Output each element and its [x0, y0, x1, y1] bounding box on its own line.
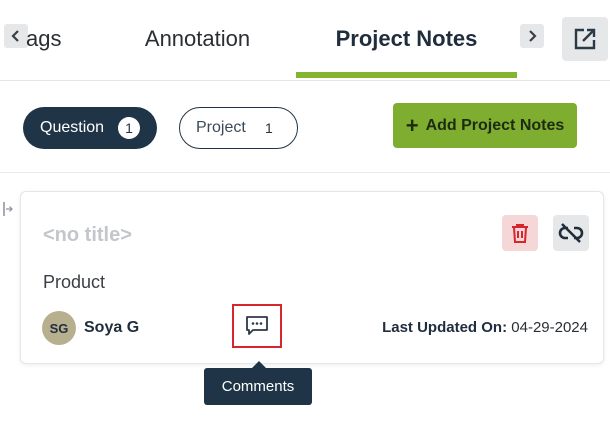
- avatar: SG: [42, 311, 76, 345]
- question-count-badge: 1: [118, 117, 140, 139]
- last-updated: Last Updated On: 04-29-2024: [382, 319, 588, 336]
- last-updated-label: Last Updated On:: [382, 319, 508, 336]
- project-note-card: <no title> Product SG Soya G Last Update…: [20, 191, 604, 364]
- note-title: <no title>: [43, 224, 132, 246]
- external-link-icon: [574, 28, 596, 50]
- project-filter-label: Project: [196, 119, 246, 136]
- tab-tags-label: ags: [26, 26, 62, 51]
- tab-annotation[interactable]: Annotation: [120, 0, 275, 78]
- comments-button[interactable]: [232, 304, 282, 348]
- tab-project-notes[interactable]: Project Notes: [296, 0, 517, 78]
- add-project-notes-button[interactable]: + Add Project Notes: [393, 103, 577, 148]
- note-body: Product: [43, 272, 106, 292]
- delete-note-button[interactable]: [502, 215, 538, 251]
- author-name: Soya G: [84, 319, 140, 336]
- trash-icon: [512, 224, 528, 243]
- question-filter-pill[interactable]: Question 1: [23, 107, 157, 149]
- project-count-badge: 1: [265, 120, 273, 136]
- unlink-note-button[interactable]: [553, 215, 589, 251]
- popout-button[interactable]: [562, 17, 608, 61]
- avatar-initials: SG: [49, 320, 69, 336]
- add-project-notes-label: Add Project Notes: [425, 116, 565, 134]
- scroll-tabs-right-button[interactable]: [520, 24, 544, 48]
- resize-handle-icon[interactable]: [3, 201, 13, 217]
- project-filter-pill[interactable]: Project 1: [179, 107, 298, 149]
- active-tab-indicator: [296, 72, 517, 78]
- comments-tooltip: Comments: [204, 361, 312, 405]
- chevron-left-icon: [11, 30, 19, 42]
- question-filter-label: Question: [40, 119, 105, 136]
- unlink-icon: [558, 223, 584, 243]
- tab-bar: ags Annotation Project Notes: [0, 0, 610, 81]
- scroll-tabs-left-button[interactable]: [4, 24, 28, 48]
- chevron-right-icon: [529, 30, 537, 42]
- tab-annotation-label: Annotation: [144, 26, 251, 51]
- last-updated-value: 04-29-2024: [511, 319, 588, 336]
- tab-project-notes-label: Project Notes: [335, 26, 478, 51]
- comment-icon: [246, 316, 268, 335]
- comments-tooltip-label: Comments: [221, 378, 295, 395]
- section-divider: [0, 172, 610, 173]
- tab-tags[interactable]: ags: [26, 0, 66, 78]
- plus-icon: +: [405, 112, 419, 138]
